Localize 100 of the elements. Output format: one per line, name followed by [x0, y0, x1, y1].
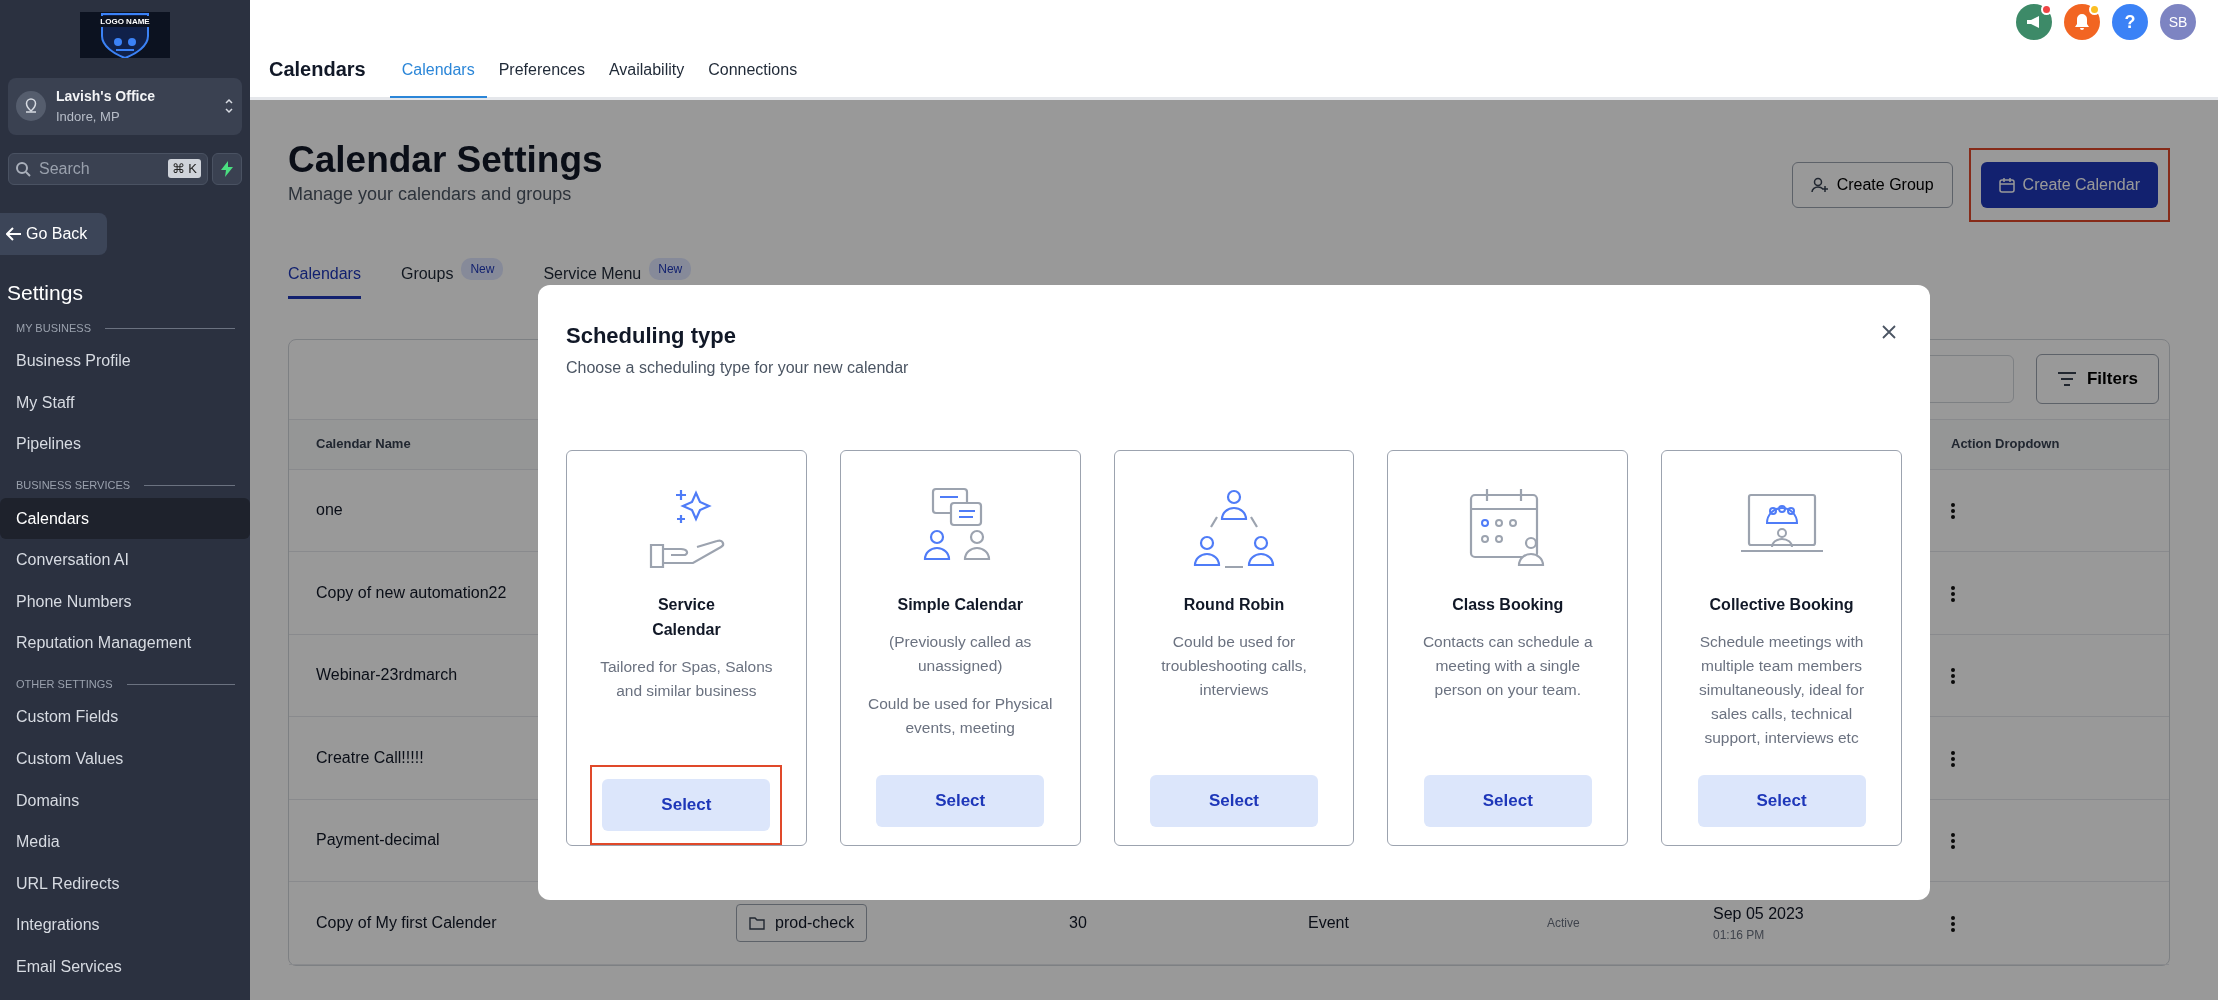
search-input[interactable]: Search: [37, 155, 162, 182]
table-cell-text: Creatre Call!!!!!: [316, 747, 424, 768]
card-title: Service Calendar: [651, 595, 722, 640]
sidebar-item[interactable]: Custom Fields: [0, 696, 250, 739]
more-icon[interactable]: [1951, 585, 1955, 602]
card-title: Collective Booking: [1709, 595, 1854, 615]
sidebar-item[interactable]: Integrations: [0, 904, 250, 947]
location-selector[interactable]: Lavish's Office Indore, MP: [8, 78, 242, 135]
card-title: Class Booking: [1452, 595, 1564, 615]
sidebar-item[interactable]: Reputation Management: [0, 622, 250, 665]
time-text: 01:16 PM: [1713, 926, 1766, 944]
office-name: Lavish's Office: [56, 87, 157, 106]
new-badge: New: [461, 257, 504, 280]
sidebar-item[interactable]: My Staff: [0, 382, 250, 424]
arrow-left-icon: [6, 226, 22, 241]
more-icon[interactable]: [1951, 668, 1955, 685]
card-description: Schedule meetings with multiple team members simultaneously, ideal for sales calls, technical support, interviews etc: [1698, 631, 1866, 748]
select-button[interactable]: Select: [602, 779, 771, 831]
announcement-button[interactable]: [2016, 4, 2052, 40]
nav-tab[interactable]: Connections: [696, 58, 810, 98]
sidebar-item[interactable]: Domains: [0, 779, 250, 822]
close-icon: [1881, 323, 1897, 340]
card-description: Contacts can schedule a meeting with a single person on your team.: [1421, 631, 1594, 700]
logo: LOGO NAME: [80, 12, 170, 58]
chevron-updown-icon: [224, 97, 234, 116]
nav-tab[interactable]: Preferences: [486, 58, 597, 98]
more-icon[interactable]: [1951, 915, 1955, 932]
card-description: Could be used for Physical events, meeting: [867, 693, 1054, 738]
table-cell-text: Webinar-23rdmarch: [316, 665, 458, 686]
settings-subtitle: Manage your calendars and groups: [288, 182, 572, 206]
back-button[interactable]: Go Back: [0, 212, 108, 255]
sidebar-item[interactable]: Phone Numbers: [0, 580, 250, 623]
settings-heading: Settings: [7, 279, 84, 306]
date-text: Sep 05 2023: [1713, 903, 1804, 924]
filter-icon: [2056, 371, 2077, 388]
card-description: (Previously called as unassigned): [888, 631, 1033, 676]
new-badge: New: [649, 257, 692, 280]
card-description: Could be used for troubleshooting calls, interviews: [1160, 631, 1308, 700]
search-icon: [15, 160, 31, 177]
option-card[interactable]: Collective Booking Schedule meetings with multiple team members simultaneously, ideal for sales calls, technical support, interviews etc Select: [1661, 450, 1902, 846]
avatar[interactable]: SB: [2160, 4, 2196, 40]
sidebar-item[interactable]: Custom Values: [0, 738, 250, 780]
nav-tab[interactable]: Calendars: [389, 58, 487, 98]
select-button[interactable]: Select: [1150, 775, 1318, 827]
calendar-icon: [1998, 176, 2015, 193]
quick-action-button[interactable]: [212, 152, 242, 185]
notifications-button[interactable]: [2064, 4, 2100, 40]
help-button[interactable]: ?: [2112, 4, 2148, 40]
more-icon[interactable]: [1951, 833, 1955, 850]
add-user-icon: [1810, 176, 1829, 193]
settings-title: Calendar Settings: [288, 140, 603, 181]
create-calendar-button[interactable]: Create Calendar: [1980, 161, 2158, 208]
select-button[interactable]: Select: [876, 775, 1045, 827]
option-card[interactable]: Service Calendar Tailored for Spas, Salons and similar business Select: [566, 450, 807, 846]
select-button[interactable]: Select: [1423, 775, 1592, 827]
shortcut-key: ⌘ K: [167, 158, 201, 179]
column-header: Calendar Name: [316, 435, 411, 454]
table-cell-text: one: [316, 500, 343, 521]
office-address: Indore, MP: [56, 108, 121, 126]
modal-subtitle: Choose a scheduling type for your new calendar: [566, 358, 910, 378]
page-title: Calendars: [269, 57, 366, 82]
group-name: prod-check: [775, 912, 855, 933]
status-text: Active: [1547, 914, 1580, 932]
notification-dot: [2089, 4, 2100, 15]
lightning-icon: [221, 160, 233, 177]
table-cell-text: 30: [1069, 912, 1087, 933]
filters-button[interactable]: Filters: [2035, 354, 2159, 405]
card-description: Tailored for Spas, Salons and similar business: [599, 656, 774, 701]
section-label: BUSINESS SERVICES: [16, 478, 131, 494]
section-tab[interactable]: Calendars: [288, 261, 361, 299]
table-cell-text: Payment-decimal: [316, 830, 440, 851]
option-card[interactable]: Class Booking Contacts can schedule a meeting with a single person on your team. Select: [1387, 450, 1629, 846]
sidebar-item[interactable]: Business Profile: [0, 340, 250, 383]
modal-title: Scheduling type: [566, 322, 736, 350]
bell-icon: [2074, 13, 2090, 31]
section-label: OTHER SETTINGS: [16, 677, 113, 693]
sidebar-item[interactable]: URL Redirects: [0, 863, 250, 905]
create-group-button[interactable]: Create Group: [1791, 161, 1953, 208]
location-icon: [16, 91, 46, 122]
select-button[interactable]: Select: [1697, 775, 1866, 827]
column-header: Action Dropdown: [1951, 435, 2060, 454]
option-card[interactable]: Round Robin Could be used for troubleshooting calls, interviews Select: [1113, 450, 1355, 846]
section-label: MY BUSINESS: [16, 321, 91, 336]
sidebar-item[interactable]: Pipelines: [0, 423, 250, 466]
table-cell-text: Copy of My first Calender: [316, 912, 497, 933]
table-cell-text: Event: [1308, 912, 1349, 933]
more-icon[interactable]: [1951, 503, 1955, 520]
nav-tab[interactable]: Availability: [596, 58, 697, 98]
folder-icon: [749, 915, 765, 930]
search-field[interactable]: Search ⌘ K: [8, 152, 208, 185]
table-cell-text: Copy of new automation22: [316, 582, 507, 603]
card-title: Round Robin: [1183, 595, 1285, 615]
more-icon[interactable]: [1951, 750, 1955, 767]
sidebar-item[interactable]: Email Services: [0, 946, 250, 988]
sidebar-item[interactable]: Conversation AI: [0, 539, 250, 581]
notification-dot: [2041, 4, 2052, 15]
sidebar-item[interactable]: Calendars: [0, 497, 250, 540]
option-card[interactable]: Simple Calendar (Previously called as unassigned) Could be used for Physical events, meeting Select: [839, 450, 1081, 846]
card-title: Simple Calendar: [897, 595, 1023, 615]
sidebar-item[interactable]: Media: [0, 821, 250, 864]
